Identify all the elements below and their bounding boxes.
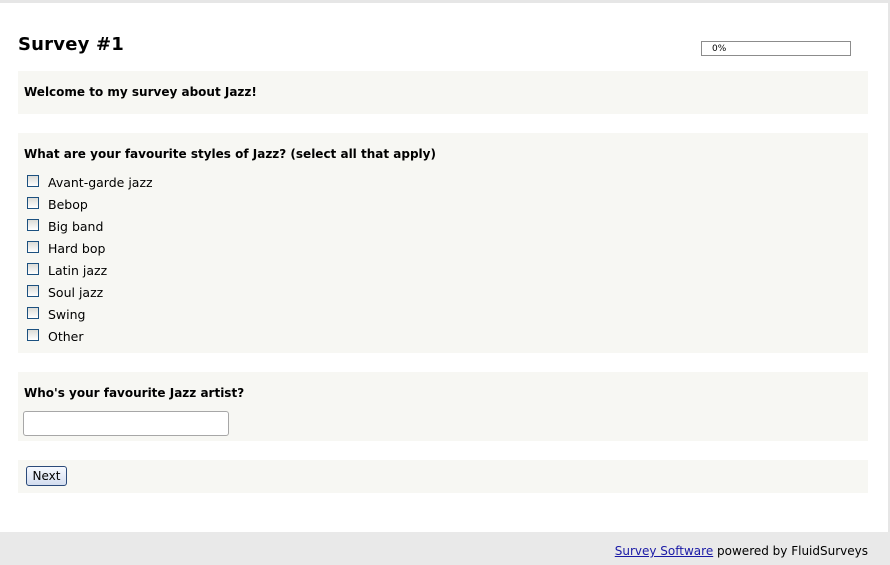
welcome-text: Welcome to my survey about Jazz! xyxy=(24,85,257,99)
option-hard-bop[interactable]: Hard bop xyxy=(27,241,153,263)
progress-bar: 0% xyxy=(701,41,851,56)
checkbox-big-band[interactable] xyxy=(27,219,39,231)
checkbox-bebop[interactable] xyxy=(27,197,39,209)
checkbox-other[interactable] xyxy=(27,329,39,341)
option-label: Big band xyxy=(48,219,104,234)
question-favourite-artist: Who's your favourite Jazz artist? xyxy=(18,372,868,441)
checkbox-swing[interactable] xyxy=(27,307,39,319)
survey-title: Survey #1 xyxy=(18,34,125,55)
option-label: Swing xyxy=(48,307,86,322)
option-big-band[interactable]: Big band xyxy=(27,219,153,241)
next-button[interactable]: Next xyxy=(26,466,67,486)
option-other[interactable]: Other xyxy=(27,329,153,351)
survey-software-link[interactable]: Survey Software xyxy=(615,544,713,558)
question-favourite-artist-text: Who's your favourite Jazz artist? xyxy=(24,386,245,400)
favourite-artist-input[interactable] xyxy=(23,411,229,436)
option-label: Hard bop xyxy=(48,241,106,256)
footer: Survey Software powered by FluidSurveys xyxy=(0,532,890,565)
checkbox-avant-garde-jazz[interactable] xyxy=(27,175,39,187)
option-bebop[interactable]: Bebop xyxy=(27,197,153,219)
option-soul-jazz[interactable]: Soul jazz xyxy=(27,285,153,307)
option-label: Soul jazz xyxy=(48,285,104,300)
option-label: Bebop xyxy=(48,197,88,212)
option-swing[interactable]: Swing xyxy=(27,307,153,329)
question-jazz-styles-text: What are your favourite styles of Jazz? … xyxy=(24,147,436,161)
jazz-styles-options: Avant-garde jazz Bebop Big band Hard bop… xyxy=(27,175,153,351)
option-label: Other xyxy=(48,329,84,344)
navigation-panel: Next xyxy=(18,460,868,493)
top-border xyxy=(0,0,890,3)
option-latin-jazz[interactable]: Latin jazz xyxy=(27,263,153,285)
checkbox-soul-jazz[interactable] xyxy=(27,285,39,297)
footer-text: Survey Software powered by FluidSurveys xyxy=(615,544,868,558)
progress-label: 0% xyxy=(712,44,727,54)
welcome-panel: Welcome to my survey about Jazz! xyxy=(18,71,868,114)
option-avant-garde-jazz[interactable]: Avant-garde jazz xyxy=(27,175,153,197)
option-label: Latin jazz xyxy=(48,263,108,278)
checkbox-hard-bop[interactable] xyxy=(27,241,39,253)
footer-powered-by: powered by FluidSurveys xyxy=(713,544,868,558)
checkbox-latin-jazz[interactable] xyxy=(27,263,39,275)
question-jazz-styles: What are your favourite styles of Jazz? … xyxy=(18,133,868,353)
option-label: Avant-garde jazz xyxy=(48,175,153,190)
